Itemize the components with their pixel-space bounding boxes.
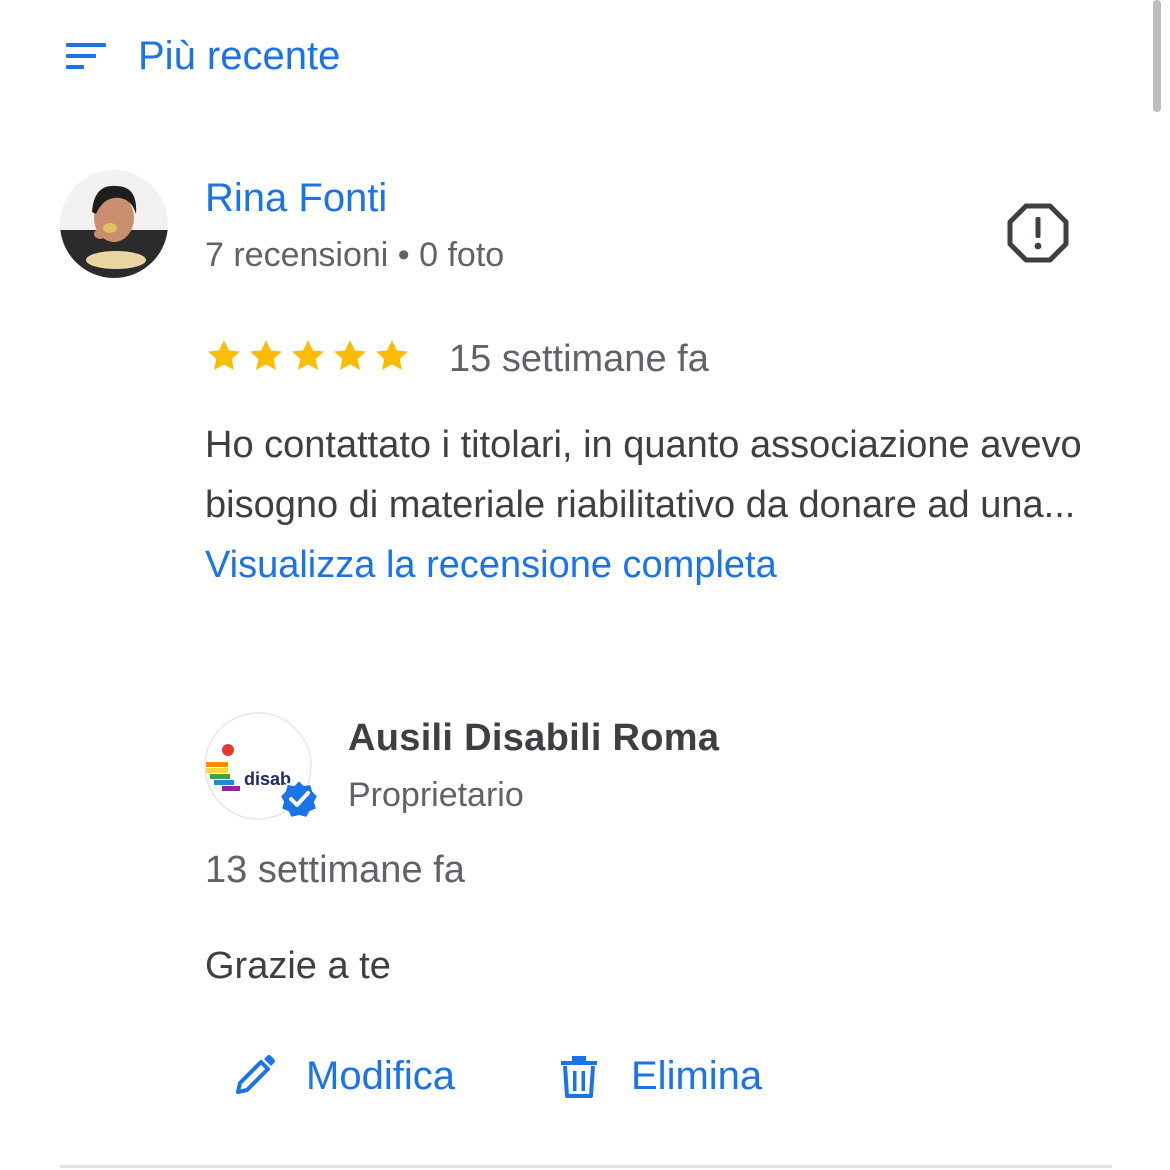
scrollbar[interactable] [1153,0,1161,112]
edit-label: Modifica [306,1054,455,1098]
sort-label: Più recente [138,33,341,78]
reviewer-avatar[interactable] [60,170,168,278]
edit-button[interactable]: Modifica [230,1048,455,1104]
delete-button[interactable]: Elimina [555,1048,762,1104]
owner-avatar[interactable]: disab [204,712,320,820]
review-text: Ho contattato i titolari, in quanto asso… [205,415,1105,595]
sort-icon [66,43,106,69]
read-more-link[interactable]: Visualizza la recensione completa [205,544,777,586]
reviewer-name[interactable]: Rina Fonti [205,172,387,224]
review-body: Ho contattato i titolari, in quanto asso… [205,424,1082,526]
review-time: 15 settimane fa [449,338,709,380]
star-icon [208,340,240,370]
star-icon [334,340,366,370]
pencil-icon [236,1055,275,1094]
sort-button[interactable]: Più recente [64,28,340,84]
reviewer-meta: 7 recensioni • 0 foto [205,236,505,274]
rating-stars [204,336,412,376]
delete-label: Elimina [631,1054,763,1098]
divider [60,1165,1112,1168]
trash-icon [561,1056,597,1098]
star-icon [292,340,324,370]
verified-badge-icon [278,778,320,820]
star-icon [376,340,408,370]
owner-name: Ausili Disabili Roma [348,717,720,759]
reply-text: Grazie a te [205,945,391,987]
report-icon[interactable] [1006,200,1070,264]
owner-role: Proprietario [348,776,524,814]
star-icon [250,340,282,370]
reply-time: 13 settimane fa [205,849,465,891]
